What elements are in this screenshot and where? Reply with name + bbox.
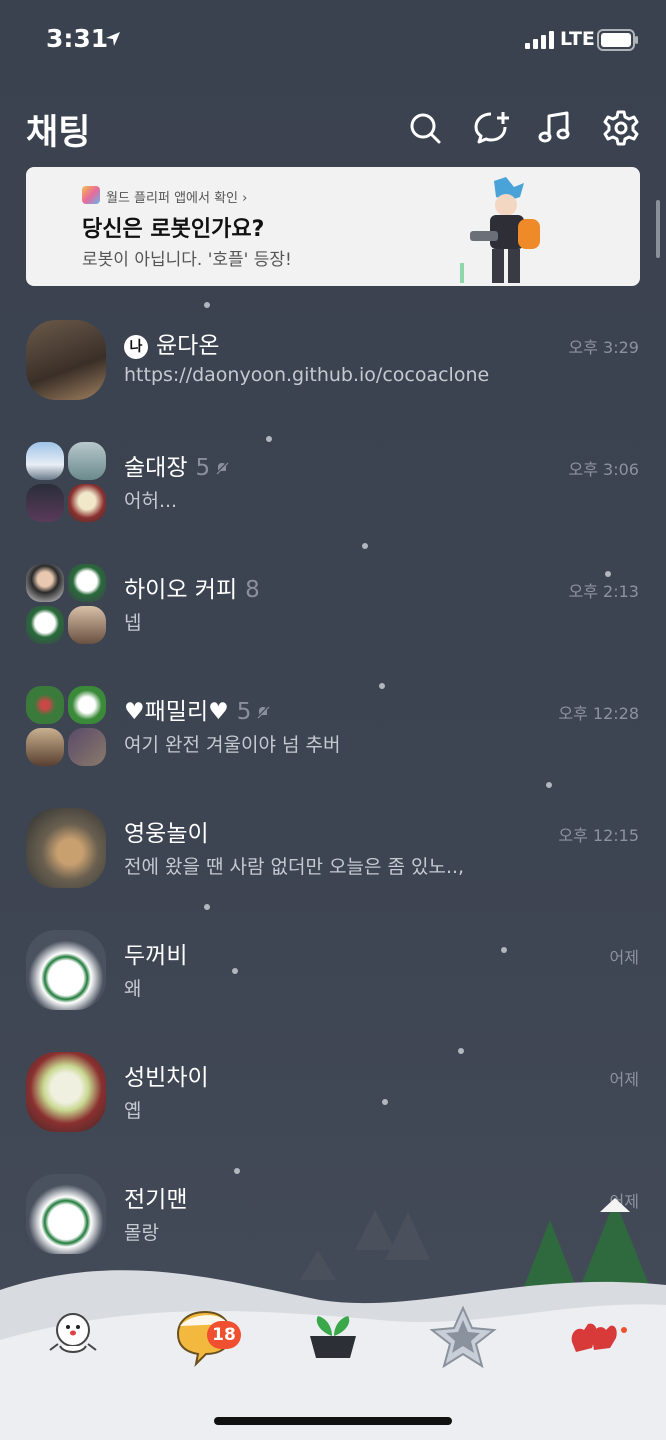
snow-dot (362, 543, 368, 549)
battery-icon (597, 29, 638, 51)
unread-count-badge: 18 (207, 1321, 241, 1349)
group-avatar (26, 564, 106, 644)
cellular-signal-icon (525, 31, 554, 49)
app-logo-icon (82, 186, 100, 204)
chat-name: ♥패밀리♥ (124, 699, 229, 725)
snow-dot (204, 302, 210, 308)
chat-name: 술대장 (124, 455, 188, 481)
avatar (26, 1052, 106, 1132)
chat-name: 윤다온 (156, 333, 220, 359)
avatar (26, 320, 106, 400)
mute-bell-icon (215, 461, 229, 475)
group-avatar (26, 442, 106, 522)
chat-timestamp: 오후 12:28 (558, 704, 639, 723)
chat-row[interactable]: 술대장 5 어허... 오후 3:06 (0, 442, 666, 542)
banner-subtext: 로봇이 아닙니다. '호플' 등장! (82, 250, 292, 270)
location-arrow-icon (106, 32, 120, 46)
chat-name-wrap: 나 윤다온 (124, 326, 219, 360)
page-title: 채팅 (26, 113, 91, 153)
member-count: 5 (236, 699, 252, 725)
chat-last-message: 전에 왔을 땐 사람 없더만 오늘은 좀 있노.., (124, 856, 465, 878)
chat-timestamp: 오후 3:29 (568, 338, 639, 357)
robot-character-icon (460, 177, 540, 283)
member-count: 5 (195, 455, 211, 481)
chat-timestamp: 오후 3:06 (568, 460, 639, 479)
chat-timestamp: 오후 2:13 (568, 582, 639, 601)
chat-row[interactable]: 두꺼비 왜 어제 (0, 930, 666, 1030)
chat-name-wrap: ♥패밀리♥ 5 (124, 692, 271, 726)
new-chat-icon[interactable] (472, 108, 512, 148)
ad-banner[interactable]: 월드 플리퍼 앱에서 확인 › 당신은 로봇인가요? 로봇이 아닙니다. '호플… (26, 167, 640, 286)
group-avatar (26, 686, 106, 766)
chat-timestamp: 어제 (609, 948, 639, 967)
network-type: LTE (560, 28, 595, 50)
chat-timestamp: 오후 12:15 (558, 826, 639, 845)
member-count: 8 (245, 577, 260, 603)
music-note-icon[interactable] (536, 108, 576, 148)
more-mitten-icon[interactable] (562, 1302, 632, 1372)
chat-last-message: 옙 (124, 1100, 142, 1122)
chat-last-message: 왜 (124, 978, 142, 1000)
status-bar: 3:31 LTE (0, 0, 666, 80)
chat-row[interactable]: 성빈차이 옙 어제 (0, 1052, 666, 1152)
chat-last-message: 여기 완전 겨울이야 넘 추버 (124, 734, 341, 756)
chat-name: 하이오 커피 (124, 577, 238, 603)
chat-name-wrap: 술대장 5 (124, 448, 230, 482)
chat-last-message: https://daonyoon.github.io/cocoaclone (124, 364, 490, 386)
shopping-star-icon[interactable] (428, 1302, 498, 1372)
chat-row[interactable]: 하이오 커피 8 넵 오후 2:13 (0, 564, 666, 664)
chat-row[interactable]: 나 윤다온 https://daonyoon.github.io/cocoaclo… (0, 320, 666, 420)
mute-bell-icon (256, 705, 271, 719)
chat-last-message: 어허... (124, 490, 178, 512)
chat-last-message: 넵 (124, 612, 142, 634)
avatar (26, 808, 106, 888)
chat-row[interactable]: ♥패밀리♥ 5 여기 완전 겨울이야 넘 추버 오후 12:28 (0, 686, 666, 786)
chat-timestamp: 어제 (609, 1070, 639, 1089)
friends-snowman-icon[interactable] (40, 1302, 110, 1372)
gear-icon[interactable] (601, 108, 641, 148)
home-indicator[interactable] (214, 1417, 452, 1425)
chat-name: 영웅놀이 (124, 821, 209, 847)
chat-name: 성빈차이 (124, 1065, 209, 1091)
me-badge: 나 (124, 335, 148, 359)
status-time: 3:31 (46, 24, 109, 53)
banner-headline: 당신은 로봇인가요? (82, 217, 265, 242)
chat-name-wrap: 하이오 커피 8 (124, 570, 260, 604)
chat-row[interactable]: 영웅놀이 전에 왔을 땐 사람 없더만 오늘은 좀 있노.., 오후 12:15 (0, 808, 666, 908)
chat-name: 두꺼비 (124, 943, 188, 969)
snowman-avatar (26, 930, 106, 1010)
banner-source: 월드 플리퍼 앱에서 확인 › (106, 191, 248, 206)
scroll-indicator[interactable] (656, 200, 660, 258)
view-plant-icon[interactable] (298, 1302, 368, 1372)
search-icon[interactable] (405, 108, 445, 148)
